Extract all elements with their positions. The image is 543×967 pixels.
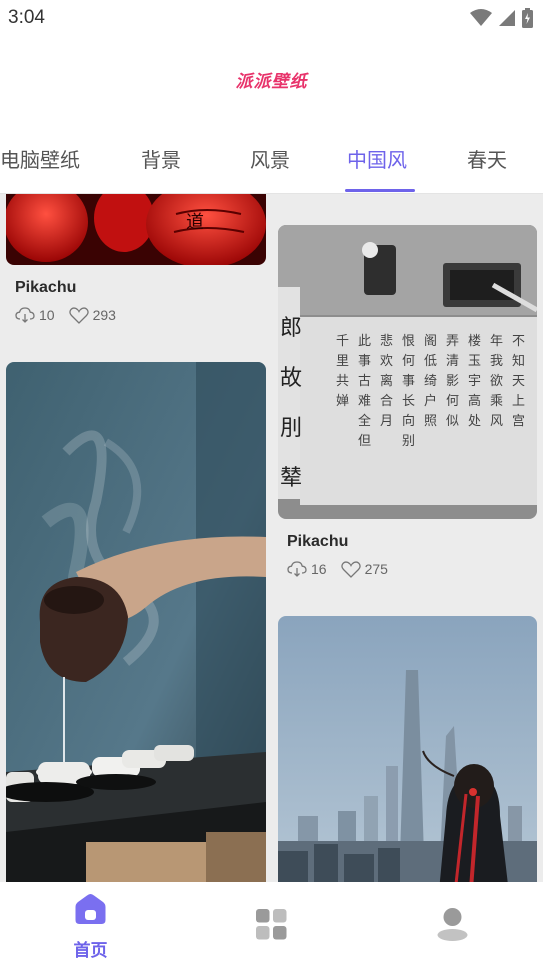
svg-text:别: 别 — [402, 434, 415, 449]
svg-text:宫: 宫 — [512, 414, 525, 429]
heart-icon[interactable] — [340, 560, 361, 578]
active-tab-indicator — [345, 189, 415, 192]
app-logo: 派派壁纸 — [235, 72, 308, 92]
tab-spring[interactable]: 春天 — [467, 144, 507, 173]
svg-text:向: 向 — [402, 413, 415, 429]
svg-text:千: 千 — [336, 334, 349, 349]
cellular-signal-icon — [499, 10, 515, 26]
grid-icon — [256, 909, 287, 940]
nav-categories[interactable] — [181, 882, 362, 967]
svg-text:月: 月 — [380, 414, 393, 429]
svg-text:事: 事 — [358, 354, 371, 369]
svg-text:弄: 弄 — [446, 334, 459, 349]
svg-text:辇: 辇 — [280, 466, 302, 491]
svg-text:长: 长 — [402, 394, 415, 409]
svg-text:故: 故 — [280, 366, 302, 391]
svg-text:婵: 婵 — [336, 394, 349, 409]
heart-icon[interactable] — [68, 306, 89, 324]
wallpaper-image-red-lanterns[interactable]: 道 — [6, 194, 266, 265]
cloud-download-icon — [15, 307, 35, 323]
svg-text:天: 天 — [512, 374, 525, 389]
svg-text:高: 高 — [468, 393, 481, 409]
svg-text:清: 清 — [446, 354, 459, 369]
bottom-navigation: 首页 — [0, 882, 543, 967]
svg-text:不: 不 — [512, 334, 525, 349]
category-tabs: 电脑壁纸 背景 风景 中国风 春天 — [0, 124, 543, 194]
svg-text:乘: 乘 — [490, 394, 503, 409]
svg-text:古: 古 — [358, 374, 371, 389]
svg-text:照: 照 — [424, 414, 437, 429]
wallpaper-image-tea-pouring[interactable] — [6, 362, 266, 882]
svg-text:里: 里 — [336, 354, 349, 369]
svg-text:悲: 悲 — [380, 333, 393, 349]
svg-text:楼: 楼 — [468, 334, 481, 349]
svg-text:低: 低 — [424, 354, 437, 369]
svg-text:郎: 郎 — [280, 316, 302, 341]
download-count: 16 — [311, 561, 327, 577]
nav-home-label: 首页 — [73, 941, 108, 961]
like-count: 275 — [364, 561, 388, 577]
svg-text:欲: 欲 — [490, 373, 503, 389]
svg-text:知: 知 — [512, 353, 525, 369]
app-header: 派派壁纸 — [0, 38, 543, 124]
svg-text:阁: 阁 — [424, 334, 437, 349]
tab-background[interactable]: 背景 — [141, 144, 181, 173]
svg-text:处: 处 — [468, 414, 481, 429]
tab-scenery[interactable]: 风景 — [250, 144, 290, 173]
svg-text:但: 但 — [358, 434, 371, 449]
wallpaper-image-city-skyline[interactable] — [278, 616, 537, 882]
status-time: 3:04 — [8, 7, 45, 28]
svg-text:共: 共 — [336, 374, 349, 389]
wallpaper-feed[interactable]: 道 Pikachu 10 293 千里共婵 此事古难全但 悲欢 离 合 月 恨 … — [0, 194, 543, 882]
svg-text:难: 难 — [358, 394, 371, 409]
home-icon — [75, 894, 106, 924]
wifi-icon — [470, 9, 492, 26]
tab-chinese-style[interactable]: 中国风 — [347, 144, 407, 173]
svg-text:道: 道 — [186, 212, 204, 233]
svg-text:宇: 宇 — [468, 374, 481, 389]
card-stats: 10 293 — [15, 306, 116, 324]
like-count: 293 — [92, 307, 116, 323]
status-bar: 3:04 — [0, 0, 543, 38]
card-stats: 16 275 — [287, 560, 388, 578]
svg-text:此: 此 — [358, 334, 371, 349]
svg-text:合: 合 — [380, 394, 393, 409]
cloud-download-icon — [287, 561, 307, 577]
svg-text:户: 户 — [424, 393, 437, 409]
wallpaper-image-calligraphy[interactable]: 千里共婵 此事古难全但 悲欢离合月 恨何事长向别 阁低绮户照 弄清影何似 楼玉宇… — [278, 225, 537, 519]
svg-text:刖: 刖 — [280, 416, 302, 441]
svg-text:离: 离 — [380, 373, 393, 389]
card-title: Pikachu — [15, 279, 77, 296]
nav-profile[interactable] — [362, 882, 543, 967]
tab-desktop-wallpaper[interactable]: 电脑壁纸 — [0, 144, 80, 173]
status-icons — [470, 8, 533, 28]
svg-text:欢: 欢 — [380, 354, 393, 369]
download-count: 10 — [39, 307, 55, 323]
svg-text:绮: 绮 — [424, 374, 437, 389]
user-icon — [437, 908, 468, 941]
card-title: Pikachu — [287, 533, 349, 550]
nav-home[interactable]: 首页 — [0, 882, 181, 967]
svg-text:玉: 玉 — [468, 354, 481, 369]
svg-text:事: 事 — [402, 374, 415, 389]
svg-text:上: 上 — [512, 394, 525, 409]
svg-text:全: 全 — [358, 413, 371, 429]
svg-text:我: 我 — [490, 354, 503, 369]
svg-text:似: 似 — [446, 414, 459, 429]
svg-text:年: 年 — [490, 334, 503, 349]
svg-text:风: 风 — [490, 414, 503, 429]
svg-text:恨: 恨 — [402, 334, 415, 349]
battery-icon — [522, 8, 533, 28]
svg-text:影: 影 — [446, 374, 459, 389]
svg-text:何: 何 — [446, 393, 459, 409]
svg-text:何: 何 — [402, 353, 415, 369]
